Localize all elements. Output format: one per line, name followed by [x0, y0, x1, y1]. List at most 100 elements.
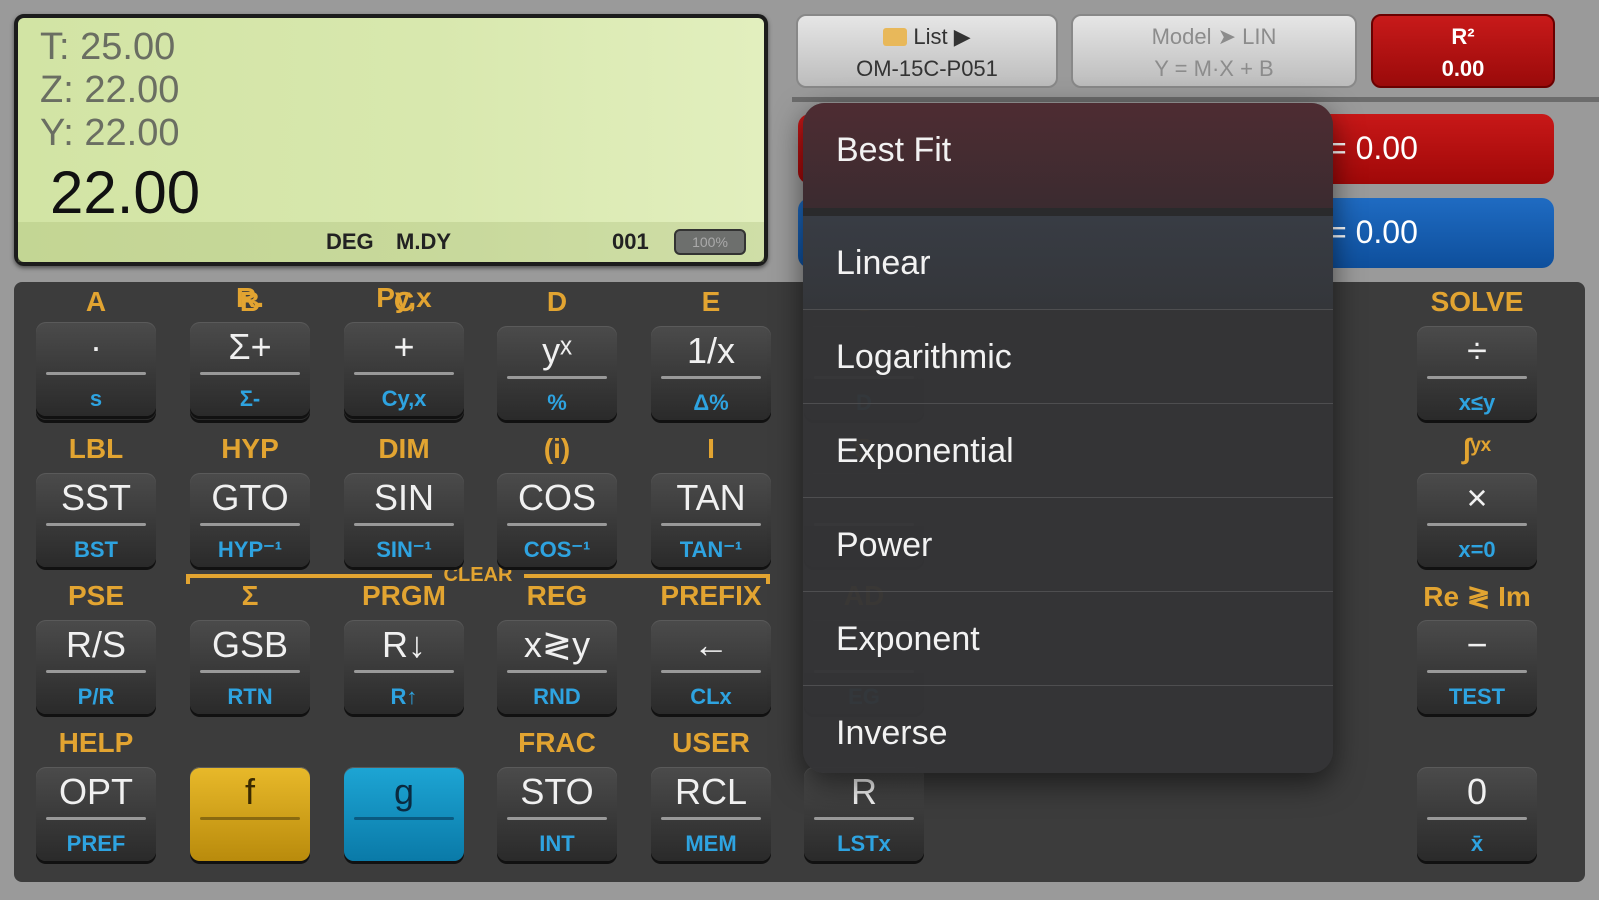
key-cell: DIM SIN SIN⁻¹ [344, 433, 464, 573]
key-main-label: SST [60, 477, 131, 518]
calc-key[interactable]: GSB RTN [190, 620, 310, 714]
key-divider [354, 372, 454, 375]
f-shift-label: SOLVE [1430, 286, 1524, 317]
calc-key[interactable]: yˣ% [497, 326, 617, 420]
key-cell: PSE R/S P/R [36, 580, 156, 720]
key-cell: ∫ʸˣ × x=0 [1417, 433, 1537, 573]
program-line-indicator: 001 [612, 229, 649, 254]
g-shift-label: COS⁻¹ [523, 537, 591, 562]
f-shift-label: E [701, 286, 721, 317]
f-shift-label: ∫ʸˣ [1462, 433, 1491, 464]
calc-key[interactable]: R/S P/R [36, 620, 156, 714]
key-main-label: OPT [58, 771, 133, 812]
calc-key[interactable]: TAN TAN⁻¹ [651, 473, 771, 567]
g-shift-label: CLx [690, 684, 732, 709]
key-main-label: ÷ [1467, 330, 1487, 371]
g-shift-label: SIN⁻¹ [376, 537, 432, 562]
menu-item-best-fit[interactable]: Best Fit [803, 103, 1333, 208]
calc-key[interactable]: + Cy,x [344, 322, 464, 416]
f-shift-label: HELP [58, 727, 134, 758]
x-register-value: 22.00 [50, 159, 201, 226]
calc-key[interactable]: Σ+ Σ- [190, 322, 310, 416]
calc-key[interactable]: STO INT [497, 767, 617, 861]
model-button[interactable]: Model ➤ LIN Y = M·X + B [1071, 14, 1357, 88]
calc-key[interactable]: − TEST [1417, 620, 1537, 714]
f-shift-label: Py,x [376, 282, 432, 313]
t-register-value: 25.00 [80, 26, 176, 68]
program-list-button[interactable]: List ▶ OM-15C-P051 [796, 14, 1058, 88]
f-shift-label: R. [236, 282, 264, 313]
key-divider [661, 670, 761, 673]
z-register-value: 22.00 [84, 69, 180, 111]
g-shift-label: PREF [66, 831, 126, 856]
calc-key[interactable]: · s [36, 322, 156, 416]
key-cell: Re ≷ Im − TEST [1417, 580, 1537, 720]
key-cell: REG x≷y RND [497, 580, 617, 720]
key-divider [1427, 817, 1527, 820]
key-main-label: × [1466, 477, 1488, 518]
key-divider [814, 817, 914, 820]
g-shift-label: x̄ [1470, 831, 1484, 856]
key-divider [1427, 523, 1527, 526]
calc-key[interactable]: SIN SIN⁻¹ [344, 473, 464, 567]
key-divider [661, 376, 761, 379]
calc-key[interactable]: ÷ x≤y [1417, 326, 1537, 420]
r-squared-label: R² [1451, 24, 1475, 49]
key-divider [507, 670, 607, 673]
g-shift-key[interactable]: g [344, 767, 464, 861]
key-divider [46, 670, 146, 673]
menu-item-exponential[interactable]: Exponential [803, 404, 1333, 498]
key-divider [661, 817, 761, 820]
menu-item-linear[interactable]: Linear [803, 216, 1333, 310]
calc-key[interactable]: RCL MEM [651, 767, 771, 861]
g-shift-label: BST [74, 537, 118, 562]
g-shift-label: % [547, 390, 567, 415]
calc-key[interactable]: GTO HYP⁻¹ [190, 473, 310, 567]
folder-icon [883, 28, 908, 46]
g-shift-label: INT [539, 831, 575, 856]
z-register-label: Z: [40, 69, 74, 111]
key-main-label: g [393, 771, 415, 812]
calc-key[interactable]: R↓ R↑ [344, 620, 464, 714]
angle-mode-indicator: DEG [326, 229, 374, 254]
calc-key[interactable]: R LSTx [804, 767, 924, 861]
menu-item-logarithmic[interactable]: Logarithmic [803, 310, 1333, 404]
key-cell: I TAN TAN⁻¹ [651, 433, 771, 573]
key-cell: Dyˣ% [497, 286, 617, 426]
y-register-value: 22.00 [84, 112, 180, 154]
calc-key[interactable]: SST BST [36, 473, 156, 567]
key-cell: PREFIX ← CLx [651, 580, 771, 720]
key-divider [200, 817, 300, 820]
calc-key[interactable]: × x=0 [1417, 473, 1537, 567]
calc-key[interactable]: ← CLx [651, 620, 771, 714]
f-shift-label: USER [672, 727, 750, 758]
key-main-label: TAN [676, 477, 746, 518]
f-shift-label: PREFIX [660, 580, 762, 611]
calc-key[interactable]: 1/x Δ% [651, 326, 771, 420]
key-cell: PRGM R↓ R↑ [344, 580, 464, 720]
menu-item-inverse[interactable]: Inverse [803, 686, 1333, 773]
menu-item-power[interactable]: Power [803, 498, 1333, 592]
key-main-label: ← [693, 624, 729, 665]
menu-item-exponent[interactable]: Exponent [803, 592, 1333, 686]
r-squared-button[interactable]: R² 0.00 [1371, 14, 1555, 88]
g-shift-label: TAN⁻¹ [679, 537, 743, 562]
key-main-label: STO [520, 771, 594, 812]
calc-key[interactable]: OPT PREF [36, 767, 156, 861]
y-register-label: Y: [40, 112, 74, 154]
g-shift-label: P/R [77, 684, 115, 709]
calc-key[interactable]: 0 x̄ [1417, 767, 1537, 861]
header-divider [792, 97, 1599, 102]
calc-key[interactable]: x≷y RND [497, 620, 617, 714]
key-divider [200, 670, 300, 673]
g-shift-label: x≤y [1458, 390, 1496, 415]
key-cell: Py,x + Cy,x [344, 282, 464, 422]
key-main-label: RCL [674, 771, 748, 812]
key-main-label: R↓ [382, 624, 426, 665]
key-cell: E 1/x Δ% [651, 286, 771, 426]
key-main-label: COS [517, 477, 596, 518]
key-divider [1427, 376, 1527, 379]
f-shift-key[interactable]: f [190, 767, 310, 861]
g-shift-label: Cy,x [381, 386, 427, 411]
calc-key[interactable]: COS COS⁻¹ [497, 473, 617, 567]
